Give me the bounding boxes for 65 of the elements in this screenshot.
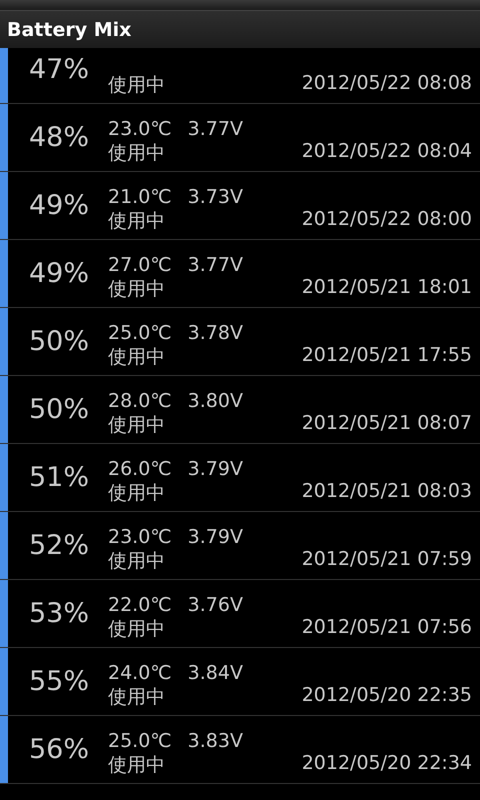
usage-status: 使用中: [108, 617, 165, 642]
temperature: 27.0℃: [108, 254, 172, 276]
app-title: Battery Mix: [7, 18, 132, 40]
battery-record-row[interactable]: 55% 24.0℃ 3.84V 使用中 2012/05/20 22:35: [0, 648, 480, 716]
record-time: 2012/05/20 22:34: [302, 752, 472, 776]
battery-record-row[interactable]: 51% 26.0℃ 3.79V 使用中 2012/05/21 08:03: [0, 444, 480, 512]
usage-status: 使用中: [108, 549, 165, 574]
battery-record-row[interactable]: 49% 27.0℃ 3.77V 使用中 2012/05/21 18:01: [0, 240, 480, 308]
usage-status: 使用中: [108, 141, 165, 166]
battery-percent: 49%: [28, 190, 90, 221]
temperature: 26.0℃: [108, 458, 172, 480]
temperature: 24.0℃: [108, 662, 172, 684]
voltage: 3.79V: [188, 458, 243, 480]
battery-percent: 52%: [28, 530, 90, 561]
usage-status: 使用中: [108, 685, 165, 710]
usage-status: 使用中: [108, 481, 165, 506]
usage-status: 使用中: [108, 413, 165, 438]
usage-status: 使用中: [108, 209, 165, 234]
battery-percent: 50%: [28, 326, 90, 357]
battery-percent: 47%: [28, 54, 90, 85]
usage-status: 使用中: [108, 345, 165, 370]
battery-percent: 48%: [28, 122, 90, 153]
usage-status: 使用中: [108, 73, 165, 98]
record-time: 2012/05/21 08:03: [302, 480, 472, 504]
voltage: 3.80V: [188, 390, 243, 412]
record-time: 2012/05/21 18:01: [302, 276, 472, 300]
battery-percent: 49%: [28, 258, 90, 289]
battery-percent: 55%: [28, 666, 90, 697]
battery-percent: 50%: [28, 394, 90, 425]
record-time: 2012/05/22 08:04: [302, 140, 472, 164]
record-time: 2012/05/21 17:55: [302, 344, 472, 368]
temperature: 25.0℃: [108, 730, 172, 752]
record-time: 2012/05/22 08:00: [302, 208, 472, 232]
battery-percent: 53%: [28, 598, 90, 629]
record-time: 2012/05/21 07:56: [302, 616, 472, 640]
battery-record-row[interactable]: 52% 23.0℃ 3.79V 使用中 2012/05/21 07:59: [0, 512, 480, 580]
voltage: 3.84V: [188, 662, 243, 684]
record-time: 2012/05/21 07:59: [302, 548, 472, 572]
voltage: 3.77V: [188, 254, 243, 276]
voltage: 3.79V: [188, 526, 243, 548]
voltage: 3.76V: [188, 594, 243, 616]
battery-record-row[interactable]: 49% 21.0℃ 3.73V 使用中 2012/05/22 08:00: [0, 172, 480, 240]
record-time: 2012/05/20 22:35: [302, 684, 472, 708]
battery-record-row[interactable]: 50% 25.0℃ 3.78V 使用中 2012/05/21 17:55: [0, 308, 480, 376]
record-time: 2012/05/21 08:07: [302, 412, 472, 436]
voltage: 3.77V: [188, 118, 243, 140]
battery-record-row[interactable]: 56% 25.0℃ 3.83V 使用中 2012/05/20 22:34: [0, 716, 480, 784]
temperature: 22.0℃: [108, 594, 172, 616]
temperature: 21.0℃: [108, 186, 172, 208]
usage-status: 使用中: [108, 753, 165, 778]
temperature: 23.0℃: [108, 526, 172, 548]
voltage: 3.83V: [188, 730, 243, 752]
voltage: 3.73V: [188, 186, 243, 208]
battery-record-row[interactable]: 50% 28.0℃ 3.80V 使用中 2012/05/21 08:07: [0, 376, 480, 444]
temperature: 23.0℃: [108, 118, 172, 140]
battery-percent: 51%: [28, 462, 90, 493]
battery-record-row[interactable]: 47% 使用中 2012/05/22 08:08: [0, 48, 480, 104]
usage-status: 使用中: [108, 277, 165, 302]
battery-record-row[interactable]: 48% 23.0℃ 3.77V 使用中 2012/05/22 08:04: [0, 104, 480, 172]
battery-percent: 56%: [28, 734, 90, 765]
record-time: 2012/05/22 08:08: [302, 72, 472, 96]
voltage: 3.78V: [188, 322, 243, 344]
battery-record-row[interactable]: 53% 22.0℃ 3.76V 使用中 2012/05/21 07:56: [0, 580, 480, 648]
temperature: 25.0℃: [108, 322, 172, 344]
temperature: 28.0℃: [108, 390, 172, 412]
